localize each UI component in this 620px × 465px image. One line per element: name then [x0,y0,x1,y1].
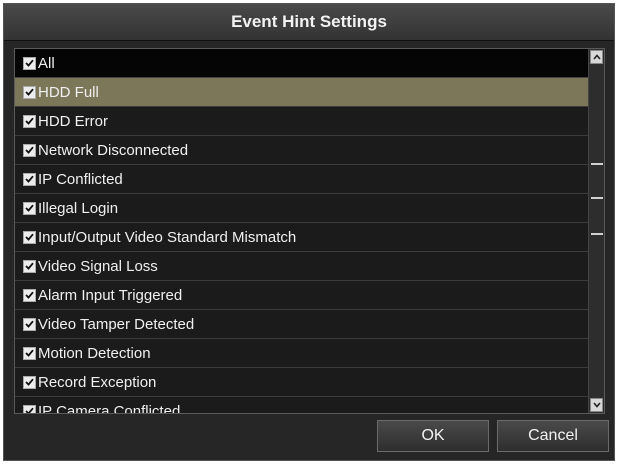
event-label: All [38,54,55,72]
event-checkbox[interactable] [23,230,36,244]
chevron-down-icon [592,402,601,408]
event-row[interactable]: Motion Detection [15,339,590,368]
event-row-all[interactable]: All [15,49,590,78]
event-label: Record Exception [38,373,157,391]
checkmark-icon [25,117,34,125]
event-checkbox[interactable] [23,56,36,70]
checkmark-icon [25,349,34,357]
event-row[interactable]: Illegal Login [15,194,590,223]
event-label: Video Signal Loss [38,257,158,275]
event-hint-settings-dialog: Event Hint Settings All HDD Full HDD Error… [3,3,615,461]
checkmark-icon [25,175,34,183]
event-label: HDD Full [38,83,99,101]
checkmark-icon [25,233,34,241]
dialog-footer: OK Cancel [4,414,614,460]
event-label: IP Conflicted [38,170,123,188]
scroll-track[interactable] [591,67,603,395]
dialog-title: Event Hint Settings [4,4,614,41]
event-checkbox[interactable] [23,317,36,331]
scroll-marker [591,163,603,165]
event-checkbox[interactable] [23,143,36,157]
event-label: IP Camera Conflicted [38,402,181,414]
event-row[interactable]: Input/Output Video Standard Mismatch [15,223,590,252]
scroll-up-button[interactable] [590,50,603,64]
event-label: Illegal Login [38,199,119,217]
scrollbar[interactable] [588,49,604,413]
scroll-marker [591,197,603,199]
ok-button[interactable]: OK [377,420,489,452]
event-label: Motion Detection [38,344,151,362]
checkmark-icon [25,262,34,270]
event-label: Video Tamper Detected [38,315,195,333]
chevron-up-icon [592,54,601,60]
event-row[interactable]: Record Exception [15,368,590,397]
event-checkbox[interactable] [23,201,36,215]
scroll-marker [591,233,603,235]
scroll-down-button[interactable] [590,398,603,412]
checkmark-icon [25,146,34,154]
event-label: HDD Error [38,112,108,130]
event-row[interactable]: HDD Full [15,78,590,107]
checkmark-icon [25,88,34,96]
event-row[interactable]: IP Conflicted [15,165,590,194]
event-checkbox[interactable] [23,259,36,273]
event-row[interactable]: IP Camera Conflicted [15,397,590,414]
event-row[interactable]: HDD Error [15,107,590,136]
event-list[interactable]: All HDD Full HDD Error Network Disconnected… [14,48,605,414]
event-checkbox[interactable] [23,288,36,302]
event-row[interactable]: Video Tamper Detected [15,310,590,339]
event-rows: All HDD Full HDD Error Network Disconnected… [15,49,590,414]
event-label: Network Disconnected [38,141,189,159]
event-checkbox[interactable] [23,375,36,389]
event-checkbox[interactable] [23,404,36,413]
checkmark-icon [25,291,34,299]
checkmark-icon [25,320,34,328]
cancel-button[interactable]: Cancel [497,420,609,452]
checkmark-icon [25,204,34,212]
checkmark-icon [25,59,34,67]
event-checkbox[interactable] [23,172,36,186]
event-row[interactable]: Network Disconnected [15,136,590,165]
event-checkbox[interactable] [23,346,36,360]
event-row[interactable]: Alarm Input Triggered [15,281,590,310]
checkmark-icon [25,378,34,386]
event-checkbox[interactable] [23,114,36,128]
event-row[interactable]: Video Signal Loss [15,252,590,281]
checkmark-icon [25,407,34,413]
event-label: Input/Output Video Standard Mismatch [38,228,297,246]
event-checkbox[interactable] [23,85,36,99]
event-label: Alarm Input Triggered [38,286,183,304]
